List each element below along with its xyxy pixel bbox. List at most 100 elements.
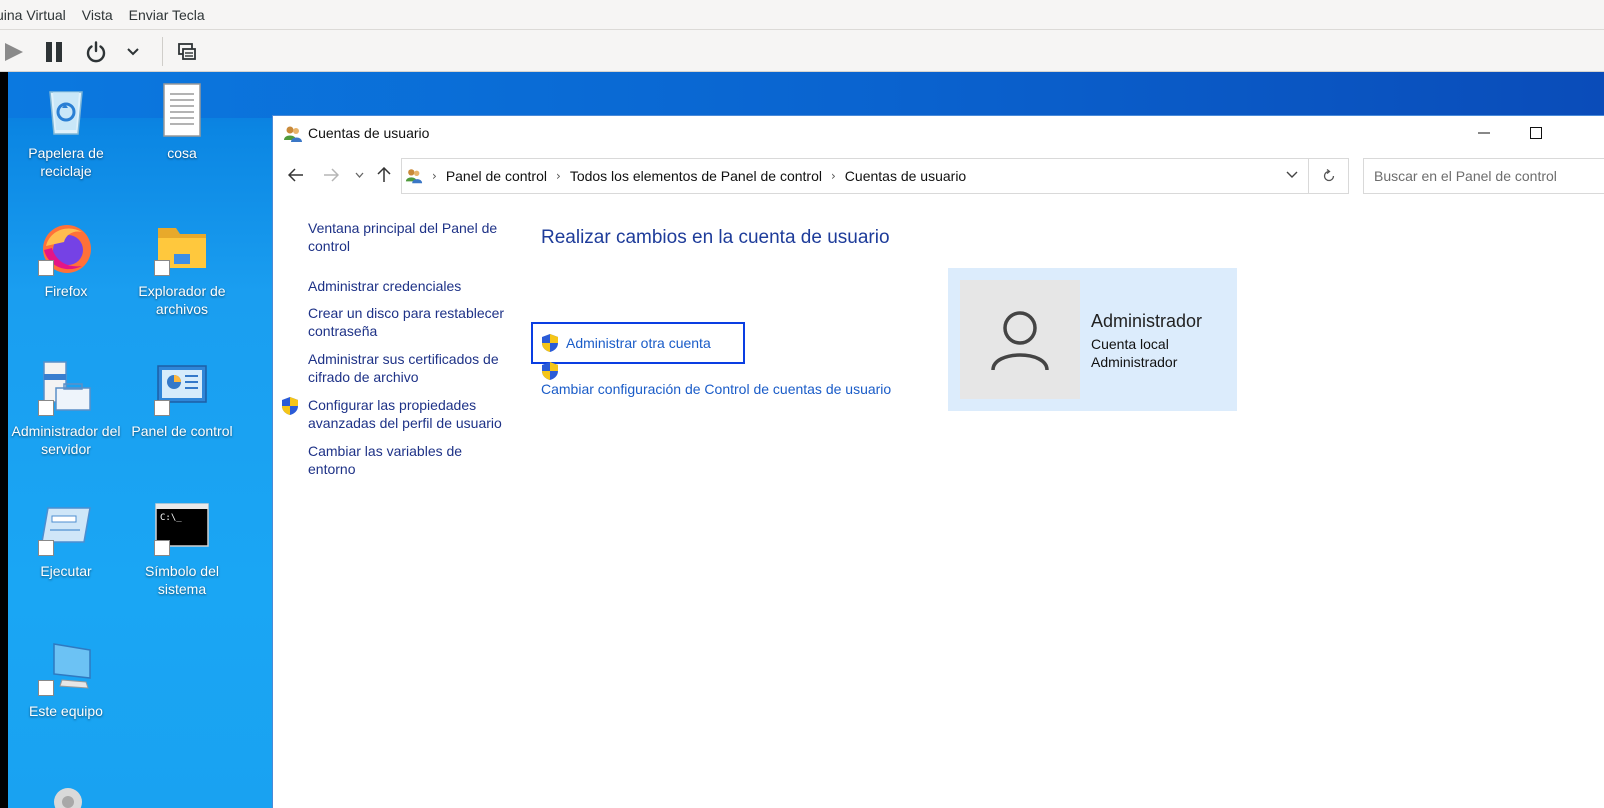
desktop-icon-label: Símbolo del sistema	[145, 563, 219, 597]
desktop-icon-command-prompt[interactable]: C:\_ Símbolo del sistema	[124, 500, 240, 598]
breadcrumb-separator-icon: ›	[432, 169, 437, 183]
desktop-icon-label: Explorador de archivos	[138, 283, 226, 317]
page-heading: Realizar cambios en la cuenta de usuario	[541, 227, 890, 248]
account-role: Administrador	[1091, 354, 1178, 370]
user-icon	[991, 310, 1049, 370]
arrow-up-icon	[377, 167, 391, 182]
desktop-icon-run[interactable]: Ejecutar	[8, 500, 124, 580]
host-toolbar	[0, 31, 1604, 72]
power-button[interactable]	[80, 31, 112, 72]
link-advanced-profile-properties[interactable]: Configurar las propiedades avanzadas del…	[308, 396, 508, 432]
play-button[interactable]	[0, 31, 26, 72]
up-button[interactable]	[372, 160, 396, 190]
host-menubar: uina Virtual Vista Enviar Tecla	[0, 0, 1604, 30]
desktop-icon-label: Administrador del servidor	[11, 423, 121, 457]
computer-icon	[38, 640, 94, 696]
shortcut-arrow-icon	[38, 400, 54, 416]
shortcut-arrow-icon	[154, 540, 170, 556]
shortcut-arrow-icon	[38, 680, 54, 696]
window-titlebar[interactable]: Cuentas de usuario	[273, 116, 1604, 150]
link-password-reset-disk[interactable]: Crear un disco para restablecer contrase…	[308, 304, 508, 340]
screens-button[interactable]	[172, 31, 202, 72]
window-title: Cuentas de usuario	[308, 125, 430, 141]
address-bar[interactable]: › Panel de control › Todos los elementos…	[401, 158, 1309, 194]
breadcrumb-separator-icon[interactable]: ›	[831, 169, 836, 183]
refresh-button[interactable]	[1309, 158, 1349, 194]
user-account-card[interactable]: Administrador Cuenta local Administrador	[948, 268, 1237, 411]
account-type: Cuenta local	[1091, 336, 1169, 352]
desktop-icon-cosa[interactable]: cosa	[124, 82, 240, 162]
manage-another-account-link[interactable]: Administrar otra cuenta	[531, 322, 745, 364]
firefox-icon	[38, 220, 94, 276]
desktop-icon-control-panel[interactable]: Panel de control	[124, 360, 240, 440]
maximize-icon	[1530, 127, 1542, 139]
link-environment-variables[interactable]: Cambiar las variables de entorno	[308, 442, 508, 478]
shortcut-arrow-icon	[154, 400, 170, 416]
desktop-icon-file-explorer[interactable]: Explorador de archivos	[124, 220, 240, 318]
breadcrumb-cuentas-de-usuario[interactable]: Cuentas de usuario	[845, 168, 966, 184]
minimize-icon	[1478, 132, 1490, 134]
desktop-icon-label: Papelera de reciclaje	[28, 145, 104, 179]
desktop-icon-firefox[interactable]: Firefox	[8, 220, 124, 300]
forward-button[interactable]	[318, 160, 344, 190]
desktop-icon-label: Ejecutar	[40, 563, 92, 579]
link-control-panel-home[interactable]: Ventana principal del Panel de control	[308, 219, 508, 255]
desktop-icon-label: Firefox	[44, 283, 88, 299]
chevron-down-icon	[1286, 171, 1298, 178]
desktop-icon-server-manager[interactable]: Administrador del servidor	[8, 360, 124, 458]
navigation-bar: › Panel de control › Todos los elementos…	[273, 156, 1604, 196]
chevron-down-icon	[355, 172, 363, 178]
avatar	[960, 280, 1080, 399]
recent-locations-button[interactable]	[351, 160, 367, 190]
cmd-icon: C:\_	[154, 500, 210, 556]
user-accounts-window[interactable]: Cuentas de usuario › Panel de control › …	[272, 115, 1604, 808]
play-icon	[5, 42, 23, 61]
change-uac-settings-link[interactable]: Cambiar configuración de Control de cuen…	[541, 381, 891, 397]
user-accounts-icon	[283, 124, 303, 148]
arrow-right-icon	[324, 168, 339, 182]
desktop-icon-this-pc[interactable]: Este equipo	[8, 640, 124, 720]
control-panel-icon	[154, 360, 210, 416]
run-icon	[38, 500, 94, 556]
power-menu-dropdown[interactable]	[120, 31, 146, 72]
desktop-icon-label: cosa	[167, 145, 197, 161]
back-button[interactable]	[283, 160, 309, 190]
minimize-button[interactable]	[1461, 116, 1507, 150]
desktop-wallpaper-band	[8, 72, 1604, 118]
arrow-left-icon	[288, 168, 303, 182]
account-name: Administrador	[1091, 311, 1203, 331]
vm-screen[interactable]: Papelera de reciclaje cosa Firefox Explo…	[0, 72, 1604, 808]
breadcrumb-todos-los-elementos[interactable]: Todos los elementos de Panel de control	[570, 168, 822, 184]
user-accounts-icon	[405, 167, 423, 185]
recycle-bin-icon	[38, 82, 94, 138]
pause-button[interactable]	[38, 31, 70, 72]
svg-text:C:\_: C:\_	[160, 513, 182, 523]
desktop-icon-label: Panel de control	[131, 423, 233, 439]
uac-shield-icon	[541, 333, 559, 353]
gear-icon	[38, 774, 94, 808]
power-icon	[86, 40, 106, 62]
server-manager-icon	[38, 360, 94, 416]
search-input[interactable]	[1363, 158, 1604, 194]
address-history-dropdown[interactable]	[1286, 171, 1298, 179]
menu-enviar-tecla[interactable]: Enviar Tecla	[129, 7, 205, 23]
desktop-icon-label: Este equipo	[29, 703, 103, 719]
desktop-icon-recycle-bin[interactable]: Papelera de reciclaje	[8, 82, 124, 180]
menu-maquina-virtual[interactable]: uina Virtual	[0, 7, 66, 23]
uac-shield-icon	[281, 396, 299, 416]
shortcut-arrow-icon	[38, 260, 54, 276]
menu-vista[interactable]: Vista	[82, 7, 113, 23]
breadcrumb-panel-de-control[interactable]: Panel de control	[446, 168, 547, 184]
link-file-encryption-certificates[interactable]: Administrar sus certificados de cifrado …	[308, 350, 508, 386]
folder-icon	[154, 220, 210, 276]
maximize-button[interactable]	[1513, 116, 1559, 150]
breadcrumb-separator-icon[interactable]: ›	[556, 169, 561, 183]
chevron-down-icon	[127, 47, 139, 55]
shortcut-arrow-icon	[38, 540, 54, 556]
desktop-icon-partial[interactable]	[8, 774, 124, 808]
toolbar-separator	[162, 37, 163, 66]
manage-another-account-label: Administrar otra cuenta	[566, 335, 711, 351]
refresh-icon	[1323, 169, 1334, 182]
link-manage-credentials[interactable]: Administrar credenciales	[308, 277, 508, 295]
pause-icon	[46, 41, 62, 62]
